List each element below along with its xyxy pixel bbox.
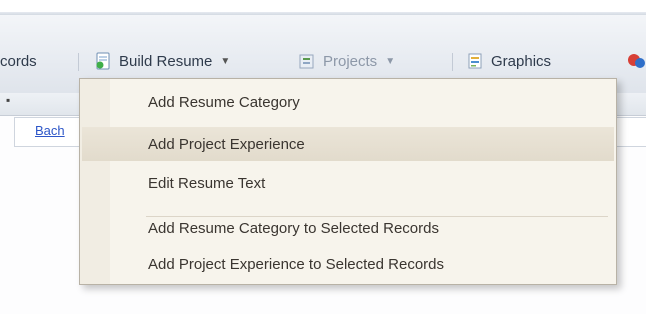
build-resume-label: Build Resume — [119, 52, 213, 70]
chevron-down-icon[interactable]: ▼ — [220, 56, 230, 67]
graphics-icon — [466, 52, 484, 70]
menu-item-label: Add Project Experience to Selected Recor… — [148, 255, 444, 273]
toolbar-overflow-icon — [627, 52, 645, 70]
build-resume-button[interactable]: Build Resume ▼ — [94, 49, 230, 73]
toolbar-separator — [452, 53, 453, 71]
menu-item-add-project-experience-to-selected[interactable]: Add Project Experience to Selected Recor… — [82, 247, 614, 281]
graphics-label: Graphics — [491, 52, 552, 70]
chevron-down-icon[interactable]: ▼ — [385, 56, 395, 67]
projects-button[interactable]: Projects ▼ — [298, 49, 395, 73]
records-button-label: cords — [0, 52, 37, 70]
projects-label: Projects — [323, 52, 378, 70]
menu-item-label: Edit Resume Text — [148, 174, 266, 192]
graphics-button[interactable]: Graphics — [466, 49, 551, 73]
menu-item-add-resume-category-to-selected[interactable]: Add Resume Category to Selected Records — [82, 211, 614, 245]
menu-item-label: Add Project Experience — [148, 135, 305, 153]
column-marker-icon: ▪ — [6, 93, 11, 107]
menu-item-add-project-experience[interactable]: Add Project Experience — [82, 127, 614, 161]
projects-icon — [298, 52, 316, 70]
menu-item-label: Add Resume Category to Selected Records — [148, 219, 439, 237]
menu-item-label: Add Resume Category — [148, 93, 300, 111]
menu-item-edit-resume-text[interactable]: Edit Resume Text — [82, 166, 614, 200]
toolbar-separator — [78, 53, 79, 71]
toolbar-overflow-button[interactable] — [627, 49, 646, 73]
resume-document-icon — [94, 52, 112, 70]
menu-item-add-resume-category[interactable]: Add Resume Category — [82, 85, 614, 119]
build-resume-dropdown-menu: Add Resume Category Add Project Experien… — [79, 78, 617, 285]
window-top-strip — [0, 0, 646, 12]
records-button[interactable]: cords — [0, 49, 37, 73]
record-link[interactable]: Bach — [35, 123, 65, 138]
